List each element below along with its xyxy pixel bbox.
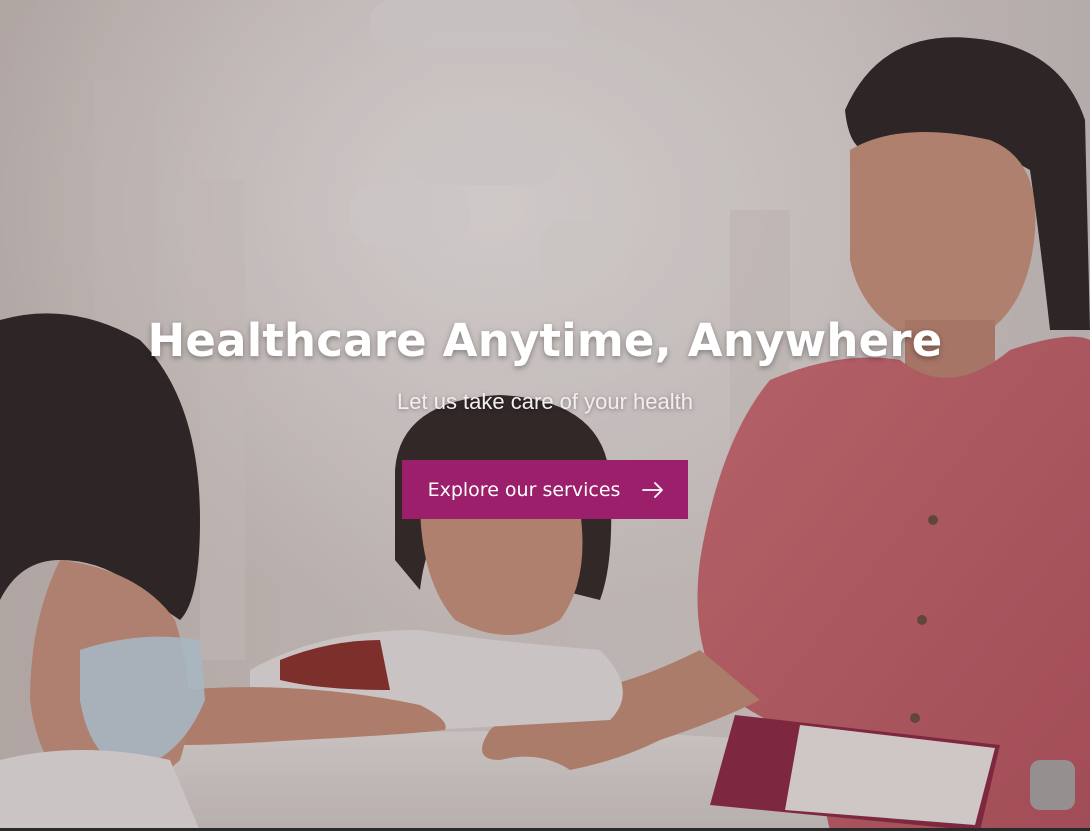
arrow-right-icon	[642, 481, 664, 498]
hero-content: Healthcare Anytime, Anywhere Let us take…	[0, 312, 1090, 519]
hero-title: Healthcare Anytime, Anywhere	[147, 314, 943, 367]
explore-services-button[interactable]: Explore our services	[401, 460, 689, 519]
explore-services-label: Explore our services	[427, 478, 621, 501]
hero-subtitle: Let us take care of your health	[397, 389, 693, 414]
hero-section: Healthcare Anytime, Anywhere Let us take…	[0, 0, 1090, 831]
